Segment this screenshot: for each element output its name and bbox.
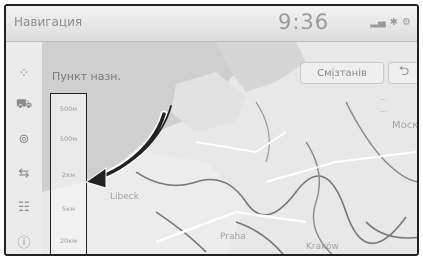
callout-arrow (84, 105, 172, 189)
navigation-screen: Libeck Praha Kraków Навигация 9:36 ▂▄ ✱ … (4, 4, 419, 256)
